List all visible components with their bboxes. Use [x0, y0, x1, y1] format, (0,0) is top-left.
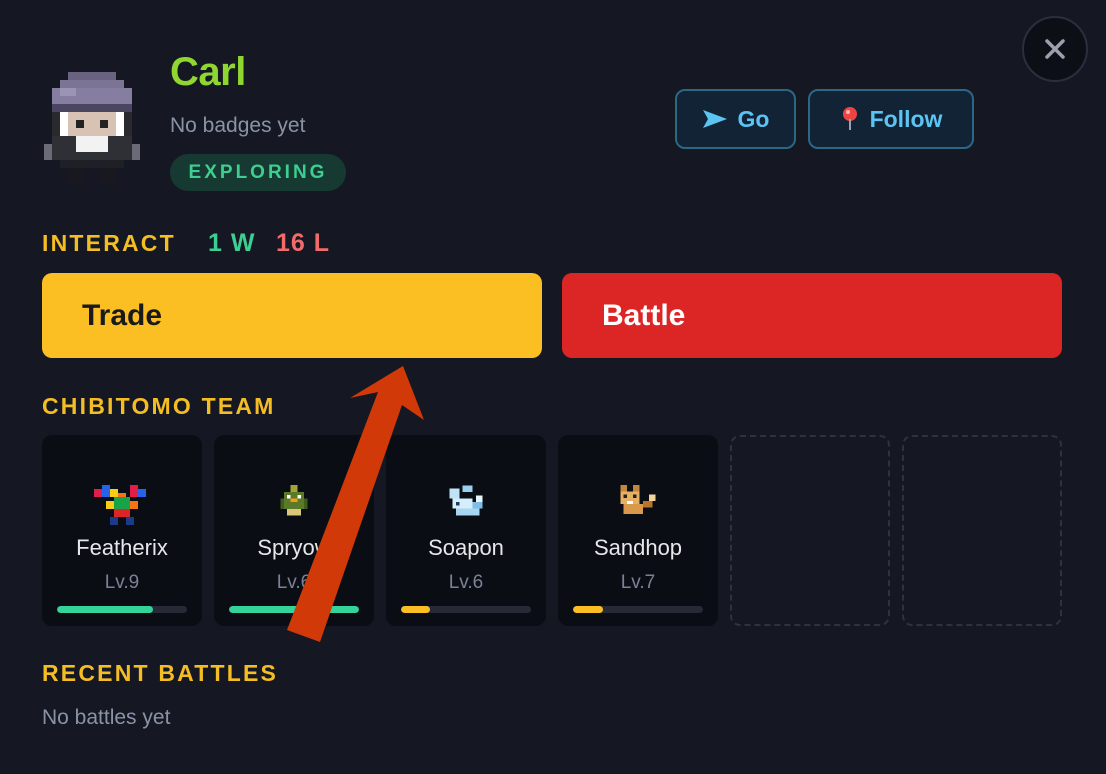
trade-button[interactable]: Trade — [42, 273, 542, 358]
close-button[interactable] — [1022, 16, 1088, 82]
trade-button-label: Trade — [82, 298, 163, 332]
close-icon — [1045, 39, 1065, 59]
no-battles-text: No battles yet — [42, 706, 171, 729]
losses-count: 16 L — [276, 229, 331, 257]
empty-team-slot — [730, 435, 890, 626]
trainer-avatar — [44, 72, 140, 184]
trainer-profile-panel: Carl No badges yet EXPLORING Go Follow I… — [0, 0, 1106, 774]
empty-team-slot — [902, 435, 1062, 626]
follow-button[interactable]: Follow — [808, 89, 974, 149]
pin-icon — [842, 107, 857, 130]
xp-bar — [401, 606, 531, 613]
mon-name: Spryow — [257, 535, 331, 560]
go-button-label: Go — [737, 105, 770, 132]
wins-count: 1 W — [208, 229, 256, 257]
mon-level: Lv.6 — [276, 572, 312, 593]
go-button[interactable]: Go — [675, 89, 796, 149]
mon-level: Lv.6 — [448, 572, 484, 593]
recent-battles-heading: RECENT BATTLES — [42, 660, 279, 686]
mon-level: Lv.7 — [620, 572, 656, 593]
soapon-sprite — [449, 485, 483, 516]
follow-button-label: Follow — [869, 105, 943, 132]
team-card[interactable]: Sandhop Lv.7 — [558, 435, 718, 626]
battle-button[interactable]: Battle — [562, 273, 1062, 358]
xp-bar — [57, 606, 187, 613]
mon-name: Featherix — [76, 535, 168, 560]
trainer-name: Carl — [170, 50, 246, 94]
team-card[interactable]: Featherix Lv.9 — [42, 435, 202, 626]
team-card[interactable]: Spryow Lv.6 — [214, 435, 374, 626]
featherix-sprite — [94, 485, 146, 525]
mon-name: Soapon — [428, 535, 504, 560]
xp-bar — [573, 606, 703, 613]
interact-heading: INTERACT — [42, 230, 176, 256]
badges-text: No badges yet — [170, 114, 306, 137]
mon-level: Lv.9 — [104, 572, 140, 593]
spryow-sprite — [280, 485, 308, 516]
sandhop-sprite — [620, 485, 656, 514]
battle-button-label: Battle — [602, 298, 686, 332]
mon-name: Sandhop — [593, 535, 683, 560]
team-heading: CHIBITOMO TEAM — [42, 393, 276, 419]
xp-bar — [229, 606, 359, 613]
status-badge: EXPLORING — [170, 154, 346, 191]
team-card[interactable]: Soapon Lv.6 — [386, 435, 546, 626]
send-arrow-icon — [702, 110, 727, 128]
